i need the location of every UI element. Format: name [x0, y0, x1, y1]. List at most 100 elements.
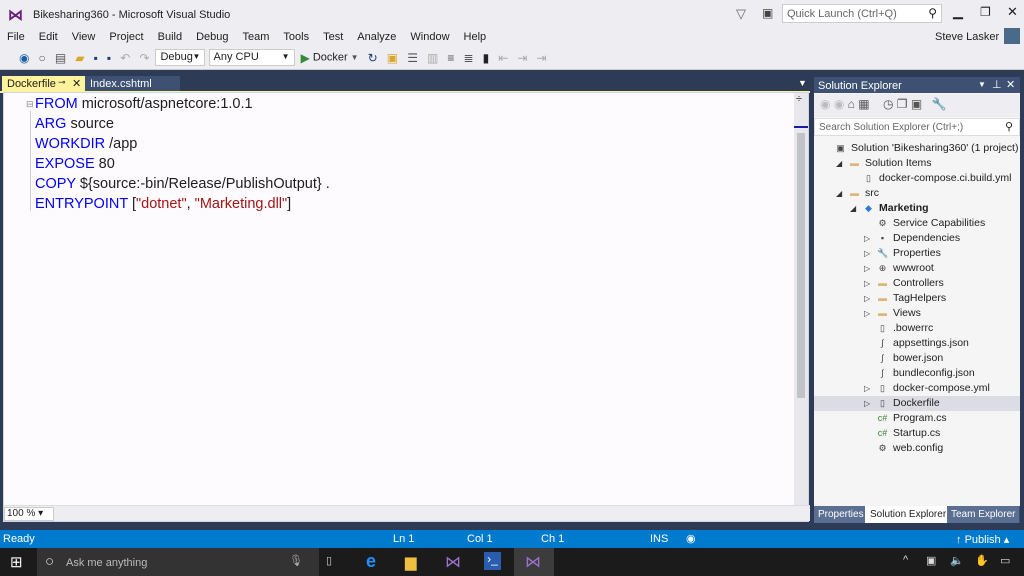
menu-edit[interactable]: Edit — [32, 28, 65, 43]
pending-changes-icon[interactable]: ◷ — [883, 97, 893, 111]
tree-item[interactable]: ▷ ▬ TagHelpers — [814, 291, 1020, 306]
switch-views-icon[interactable]: ▦ — [858, 97, 869, 111]
publish-button[interactable]: ↑ Publish ▴ — [956, 533, 1009, 546]
expander-icon[interactable]: ▷ — [864, 381, 870, 396]
uncomment-icon[interactable]: ≣ — [464, 51, 474, 65]
comment-icon[interactable]: ≡ — [447, 51, 454, 65]
code-editor[interactable]: ⊟ FROM microsoft/aspnetcore:1.0.1 ARG so… — [3, 92, 810, 522]
clear-bookmarks-icon[interactable]: ⇥ — [537, 51, 547, 65]
tab-solution-explorer[interactable]: Solution Explorer — [865, 506, 952, 523]
next-bookmark-icon[interactable]: ⇥ — [517, 51, 527, 65]
save-all-icon[interactable]: ▪ — [107, 51, 111, 65]
user-name[interactable]: Steve Lasker — [935, 31, 999, 43]
minimize-button[interactable]: ▁ — [953, 4, 963, 20]
expander-icon[interactable]: ◢ — [836, 186, 842, 201]
close-icon[interactable]: ✕ — [1006, 78, 1015, 91]
avatar[interactable] — [1004, 28, 1020, 44]
refresh-icon[interactable]: ↻ — [368, 51, 378, 65]
redo-icon[interactable]: ↷ — [139, 51, 149, 65]
power-icon[interactable]: ✋ — [975, 554, 989, 567]
expander-icon[interactable]: ▷ — [864, 276, 870, 291]
tree-item[interactable]: ∫ bower.json — [814, 351, 1020, 366]
pin-icon[interactable]: ⊥ — [992, 78, 1002, 91]
forward-icon[interactable]: ◉ — [834, 97, 844, 111]
columns-icon[interactable]: ▥ — [427, 51, 438, 65]
undo-icon[interactable]: ↶ — [120, 51, 130, 65]
zoom-dropdown[interactable]: 100 % ▾ — [4, 507, 54, 521]
volume-icon[interactable]: 🔈 — [950, 554, 964, 567]
tab-properties[interactable]: Properties — [814, 506, 868, 523]
show-all-files-icon[interactable]: ▣ — [911, 97, 922, 111]
expander-icon[interactable]: ◢ — [850, 201, 856, 216]
home-icon[interactable]: ⌂ — [848, 97, 855, 111]
tree-item[interactable]: ⚙ Service Capabilities — [814, 216, 1020, 231]
tree-item[interactable]: ▷ 🔧 Properties — [814, 246, 1020, 261]
restore-button[interactable]: ❐ — [980, 5, 991, 19]
tab-overflow-icon[interactable]: ▼ — [798, 78, 807, 88]
menu-analyze[interactable]: Analyze — [350, 28, 403, 43]
expander-icon[interactable]: ▷ — [864, 261, 870, 276]
cortana-search[interactable]: ○ Ask me anything 🎙 — [37, 548, 319, 576]
visual-studio-active-icon[interactable]: ⋈ — [525, 552, 541, 572]
back-icon[interactable]: ◉ — [820, 97, 830, 111]
properties-icon[interactable]: 🔧 — [932, 97, 947, 111]
tray-chevron-icon[interactable]: ^ — [903, 554, 908, 566]
menu-project[interactable]: Project — [102, 28, 150, 43]
microphone-icon[interactable]: 🎙 — [289, 554, 303, 567]
tree-item[interactable]: ▷ ▯ Dockerfile — [814, 396, 1020, 411]
action-center-icon[interactable]: ▭ — [1000, 554, 1010, 567]
file-explorer-icon[interactable]: ▆ — [405, 553, 417, 571]
platform-dropdown[interactable]: Any CPU ▼ — [208, 49, 295, 66]
notification-icon[interactable]: ◉ — [686, 532, 696, 545]
menu-view[interactable]: View — [65, 28, 103, 43]
tab-team-explorer[interactable]: Team Explorer — [947, 506, 1020, 523]
windows-start-icon[interactable]: ⊞ — [10, 553, 23, 571]
expander-icon[interactable]: ▷ — [864, 306, 870, 321]
close-tab-icon[interactable]: ✕ — [72, 77, 81, 90]
tab-dockerfile[interactable]: Dockerfile ⊸ ✕ — [2, 76, 85, 92]
expander-icon[interactable]: ▷ — [864, 246, 870, 261]
tree-item[interactable]: ◢ ▬ Solution Items — [814, 156, 1020, 171]
play-icon[interactable]: ▶ — [301, 51, 310, 65]
collapse-icon[interactable]: ⊟ — [26, 99, 34, 110]
menu-help[interactable]: Help — [457, 28, 494, 43]
tree-item[interactable]: ▯ .bowerrc — [814, 321, 1020, 336]
edge-icon[interactable]: e — [366, 551, 376, 572]
tree-item[interactable]: c# Program.cs — [814, 411, 1020, 426]
powershell-icon[interactable]: ›_ — [484, 552, 501, 570]
menu-tools[interactable]: Tools — [276, 28, 316, 43]
filter-icon[interactable]: ▽ — [736, 6, 746, 22]
expander-icon[interactable]: ▷ — [864, 396, 870, 411]
tab-index-cshtml[interactable]: Index.cshtml — [85, 76, 180, 92]
tree-item[interactable]: ▷ ⊕ wwwroot — [814, 261, 1020, 276]
visual-studio-icon[interactable]: ⋈ — [445, 552, 461, 572]
menu-file[interactable]: File — [0, 28, 32, 43]
menu-window[interactable]: Window — [403, 28, 456, 43]
run-target-button[interactable]: Docker — [313, 51, 348, 63]
open-icon[interactable]: ▰ — [75, 51, 84, 65]
feedback-icon[interactable]: ▣ — [762, 6, 773, 20]
tree-item[interactable]: ∫ bundleconfig.json — [814, 366, 1020, 381]
close-button[interactable]: ✕ — [1007, 4, 1018, 20]
scroll-thumb[interactable] — [797, 133, 805, 398]
find-icon[interactable]: ▣ — [387, 51, 398, 65]
split-icon[interactable]: ÷ — [796, 93, 802, 105]
menu-team[interactable]: Team — [236, 28, 277, 43]
menu-build[interactable]: Build — [151, 28, 189, 43]
network-icon[interactable]: ▣ — [926, 554, 936, 567]
expander-icon[interactable]: ◢ — [836, 156, 842, 171]
pin-icon[interactable]: ⊸ — [58, 77, 66, 88]
dropdown-icon[interactable]: ▼ — [978, 80, 986, 89]
tree-item[interactable]: ▯ docker-compose.ci.build.yml — [814, 171, 1020, 186]
prev-bookmark-icon[interactable]: ⇤ — [498, 51, 508, 65]
expander-icon[interactable]: ▷ — [864, 291, 870, 306]
menu-debug[interactable]: Debug — [189, 28, 235, 43]
back-icon[interactable]: ◉ — [19, 51, 29, 65]
tree-item[interactable]: ∫ appsettings.json — [814, 336, 1020, 351]
tree-item[interactable]: ▷ ▪ Dependencies — [814, 231, 1020, 246]
menu-test[interactable]: Test — [316, 28, 350, 43]
bookmark-icon[interactable]: ▮ — [483, 51, 490, 65]
tree-item[interactable]: ▷ ▯ docker-compose.yml — [814, 381, 1020, 396]
configuration-dropdown[interactable]: Debug ▼ — [155, 49, 206, 66]
tree-item[interactable]: ▷ ▬ Controllers — [814, 276, 1020, 291]
